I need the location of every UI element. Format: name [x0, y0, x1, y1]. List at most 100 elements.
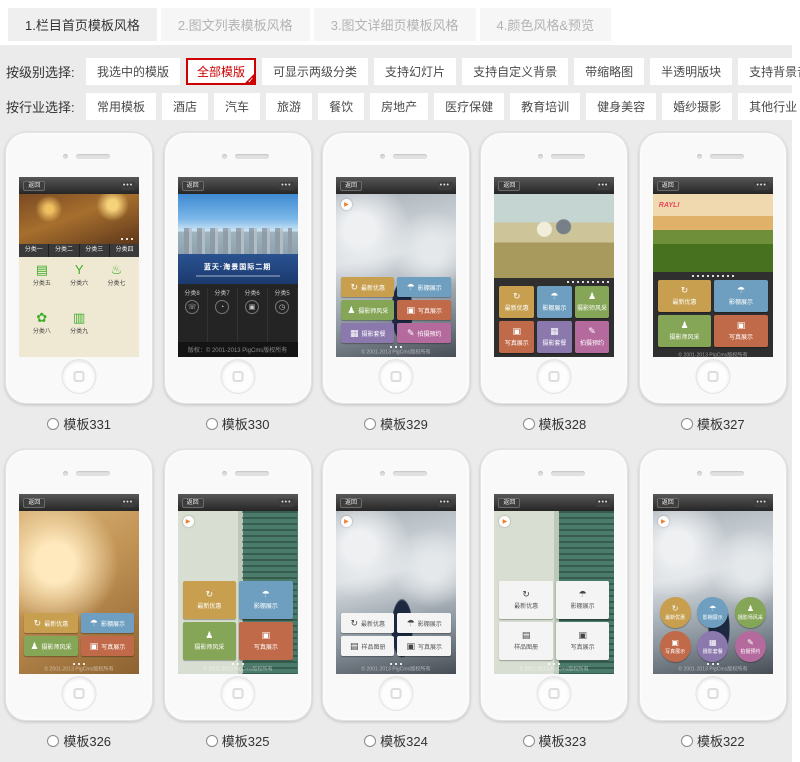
template-select-row[interactable]: 模板324	[364, 731, 428, 750]
tile-label: 影棚展示	[418, 283, 442, 292]
template-preview[interactable]: 返回•••↻最新优惠☂影棚展示♟摄影师风采▣写真展示© 2001-2013 Pi…	[5, 449, 153, 721]
industry-filter-button[interactable]: 教育培训	[510, 93, 580, 120]
industry-filter-button[interactable]: 房地产	[370, 93, 428, 120]
speaker-slot	[76, 154, 110, 159]
industry-filter-button[interactable]: 其他行业	[738, 93, 800, 120]
level-filter-button[interactable]: 支持幻灯片	[374, 58, 456, 85]
level-filter-button[interactable]: 半透明版块	[650, 58, 732, 85]
template-select-row[interactable]: 模板325	[206, 731, 270, 750]
menu-item: ♨分类七	[98, 263, 135, 307]
tile-photographer: ♟摄影师风采	[658, 315, 712, 347]
template-select-row[interactable]: 模板331	[47, 414, 111, 433]
template-radio[interactable]	[47, 418, 59, 430]
level-filter-button[interactable]: 带缩略图	[574, 58, 644, 85]
industry-filter-button[interactable]: 医疗保健	[434, 93, 504, 120]
studio-icon: ☂	[262, 590, 270, 599]
template-preview[interactable]: 返回•••▶↻最新优惠☂影棚展示♟摄影师风采▣写真展示© 2001-2013 P…	[164, 449, 312, 721]
industry-filter-options: 常用模板酒店汽车旅游餐饮房地产医疗保健教育培训健身美容婚纱摄影其他行业	[86, 93, 800, 120]
nav-column: 分类6▣	[238, 288, 268, 342]
industry-filter-button[interactable]: 汽车	[214, 93, 260, 120]
menu-item: ▥分类九	[61, 311, 98, 355]
tile-label: 最新优惠	[514, 601, 538, 610]
tab-detail-style[interactable]: 3.图文详细页模板风格	[314, 8, 476, 41]
music-player-icon: ▶	[658, 516, 669, 527]
template-radio[interactable]	[206, 418, 218, 430]
template-preview[interactable]: 返回•••▶↻最新优惠☂影棚展示♟摄影师风采▣写真展示▦摄影套餐✎拍摄预约© 2…	[322, 132, 470, 404]
tab-color-preview[interactable]: 4.颜色风格&预览	[480, 8, 612, 41]
template-radio[interactable]	[681, 418, 693, 430]
tile-label: 影棚展示	[703, 614, 723, 621]
industry-filter-button[interactable]: 酒店	[162, 93, 208, 120]
tile-grid: ↻最新优惠☂影棚展示♟摄影师风采▣写真展示▦摄影套餐✎拍摄预约	[499, 286, 609, 353]
back-button: 返回	[182, 181, 204, 191]
template-radio[interactable]	[523, 418, 535, 430]
screen-content: ▶↻最新优惠☂影棚展示▤样品图册▣写真展示© 2001-2013 PigCms版…	[494, 511, 614, 674]
tile-booking: ✎拍摄预约	[397, 323, 451, 343]
industry-filter-button[interactable]: 婚纱摄影	[662, 93, 732, 120]
carousel-dots	[567, 281, 609, 283]
template-radio[interactable]	[47, 735, 59, 747]
template-preview[interactable]: 返回•••分类一分类二分类三分类四▤分类五Y分类六♨分类七✿分类八▥分类九	[5, 132, 153, 404]
level-filter-button[interactable]: 可显示两级分类	[262, 58, 368, 85]
phone-navbar: 返回•••	[19, 494, 139, 511]
wedding-photo	[494, 194, 614, 278]
template-preview[interactable]: 返回•••↻最新优惠☂影棚展示♟摄影师风采▣写真展示▦摄影套餐✎拍摄预约© 20…	[480, 132, 628, 404]
tile-portrait: ▣写真展示	[556, 622, 610, 660]
menu-book-icon: ▤	[36, 263, 48, 276]
industry-filter-button[interactable]: 餐饮	[318, 93, 364, 120]
tile-label: 影棚展示	[542, 303, 566, 312]
music-player-icon: ▶	[341, 516, 352, 527]
tile-label: 摄影师风采	[194, 642, 224, 651]
speaker-slot	[551, 471, 585, 476]
template-cell: 返回•••▶↻最新优惠☂影棚展示♟摄影师风采▣写真展示▦摄影套餐✎拍摄预约© 2…	[317, 132, 475, 433]
copyright-text: © 2001-2013 PigCms版权所有	[662, 665, 764, 673]
template-cell: 返回•••蓝天·海景国际二期分类8☏分类7◔分类6▣分类5◷版权：© 2001-…	[158, 132, 316, 433]
camera-dot	[538, 471, 543, 476]
back-button: 返回	[23, 498, 45, 508]
booking-icon: ✎	[407, 329, 415, 338]
template-radio[interactable]	[681, 735, 693, 747]
template-radio[interactable]	[523, 735, 535, 747]
template-preview[interactable]: 返回•••蓝天·海景国际二期分类8☏分类7◔分类6▣分类5◷版权：© 2001-…	[164, 132, 312, 404]
camera-dot	[380, 154, 385, 159]
template-preview[interactable]: 返回•••▶↻最新优惠☂影棚展示♟摄影师风采▣写真展示▦摄影套餐✎拍摄预约© 2…	[639, 449, 787, 721]
template-select-row[interactable]: 模板326	[47, 731, 111, 750]
phone-screen: 返回•••▶↻最新优惠☂影棚展示♟摄影师风采▣写真展示© 2001-2013 P…	[178, 494, 298, 674]
template-select-row[interactable]: 模板329	[364, 414, 428, 433]
template-select-row[interactable]: 模板330	[206, 414, 270, 433]
screen-content: ↻最新优惠☂影棚展示♟摄影师风采▣写真展示▦摄影套餐✎拍摄预约© 2001-20…	[494, 194, 614, 357]
template-name-label: 模板325	[222, 731, 270, 750]
menu-item: ✿分类八	[23, 311, 60, 355]
back-button: 返回	[498, 181, 520, 191]
level-filter-button[interactable]: 全部模版	[186, 58, 256, 85]
template-select-row[interactable]: 模板323	[523, 731, 587, 750]
level-filter-options: 我选中的模版全部模版可显示两级分类支持幻灯片支持自定义背景带缩略图半透明版块支持…	[86, 58, 800, 85]
industry-filter-button[interactable]: 健身美容	[586, 93, 656, 120]
copyright-text: © 2001-2013 PigCms版权所有	[345, 348, 447, 356]
phone-navbar: 返回•••	[653, 494, 773, 511]
template-preview[interactable]: 返回•••▶↻最新优惠☂影棚展示▤样品图册▣写真展示© 2001-2013 Pi…	[322, 449, 470, 721]
phone-screen: 返回•••↻最新优惠☂影棚展示♟摄影师风采▣写真展示© 2001-2013 Pi…	[19, 494, 139, 674]
category-button: 分类四	[110, 244, 139, 257]
tile-label: 影棚展示	[101, 619, 125, 628]
menu-item: Y分类六	[61, 263, 98, 307]
template-radio[interactable]	[206, 735, 218, 747]
template-preview[interactable]: 返回•••▶↻最新优惠☂影棚展示▤样品图册▣写真展示© 2001-2013 Pi…	[480, 449, 628, 721]
industry-filter-button[interactable]: 旅游	[266, 93, 312, 120]
template-preview[interactable]: 返回•••RAYLI↻最新优惠☂影棚展示♟摄影师风采▣写真展示© 2001-20…	[639, 132, 787, 404]
template-radio[interactable]	[364, 418, 376, 430]
template-select-row[interactable]: 模板328	[523, 414, 587, 433]
category-button: 分类三	[80, 244, 109, 257]
template-select-row[interactable]: 模板327	[681, 414, 745, 433]
template-radio[interactable]	[364, 735, 376, 747]
tab-list-style[interactable]: 2.图文列表模板风格	[161, 8, 310, 41]
template-select-row[interactable]: 模板322	[681, 731, 745, 750]
level-filter-button[interactable]: 支持自定义背景	[462, 58, 568, 85]
tile-label: 最新优惠	[361, 619, 385, 628]
industry-filter-button[interactable]: 常用模板	[86, 93, 156, 120]
city-skyline-photo	[178, 194, 298, 254]
level-filter-button[interactable]: 支持背景音乐	[738, 58, 800, 85]
level-filter-button[interactable]: 我选中的模版	[86, 58, 180, 85]
tab-column-home-style[interactable]: 1.栏目首页模板风格	[8, 8, 157, 41]
template-name-label: 模板326	[63, 731, 111, 750]
